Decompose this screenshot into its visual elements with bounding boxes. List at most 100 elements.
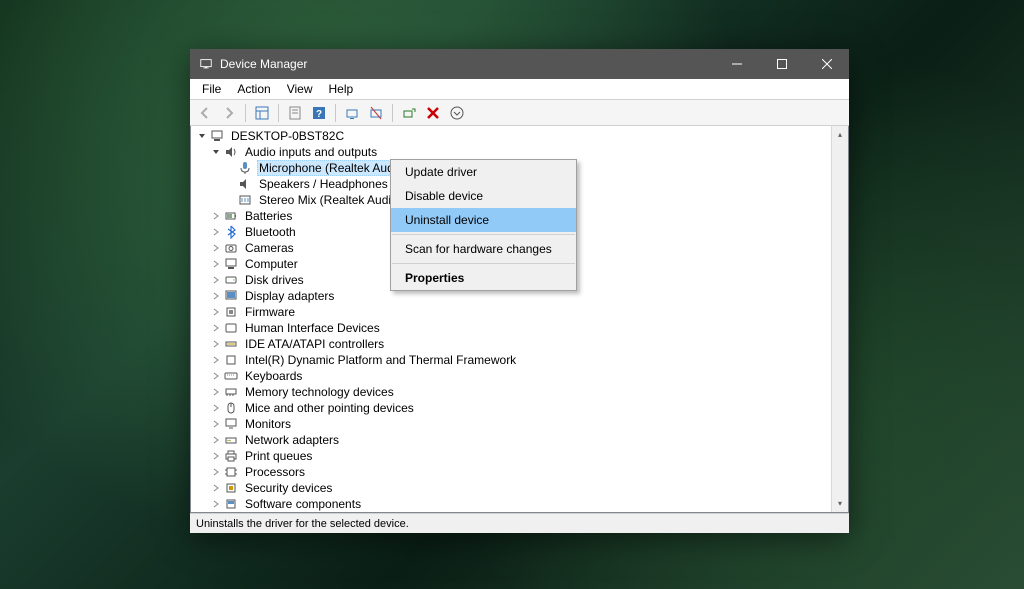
tree-item-security[interactable]: Security devices (191, 480, 831, 496)
chevron-right-icon[interactable] (209, 273, 223, 287)
minimize-button[interactable] (714, 49, 759, 79)
status-text: Uninstalls the driver for the selected d… (196, 518, 409, 530)
context-menu-uninstall-device[interactable]: Uninstall device (391, 208, 576, 232)
scroll-up-button[interactable]: ▴ (832, 126, 848, 143)
toolbar-separator (245, 104, 246, 122)
context-menu-scan-hardware[interactable]: Scan for hardware changes (391, 237, 576, 261)
disable-device-button[interactable] (365, 102, 387, 124)
titlebar[interactable]: Device Manager (190, 49, 849, 79)
back-button[interactable] (194, 102, 216, 124)
tree-label: Firmware (243, 305, 297, 319)
chip-icon (223, 304, 239, 320)
expander-empty (223, 193, 237, 207)
tree-label: Batteries (243, 209, 294, 223)
chevron-right-icon[interactable] (209, 465, 223, 479)
forward-button[interactable] (218, 102, 240, 124)
tree-item-mice[interactable]: Mice and other pointing devices (191, 400, 831, 416)
tree-label: Monitors (243, 417, 293, 431)
chevron-right-icon[interactable] (209, 417, 223, 431)
chevron-right-icon[interactable] (209, 369, 223, 383)
chevron-right-icon[interactable] (209, 289, 223, 303)
battery-icon (223, 208, 239, 224)
tree-label: Print queues (243, 449, 314, 463)
chevron-right-icon[interactable] (209, 305, 223, 319)
chevron-right-icon[interactable] (209, 433, 223, 447)
mouse-icon (223, 400, 239, 416)
tree-item-network[interactable]: Network adapters (191, 432, 831, 448)
memory-icon (223, 384, 239, 400)
tree-label: Speakers / Headphones (R (257, 177, 406, 191)
close-button[interactable] (804, 49, 849, 79)
chevron-right-icon[interactable] (209, 321, 223, 335)
tree-item-firmware[interactable]: Firmware (191, 304, 831, 320)
toolbar-separator (278, 104, 279, 122)
tree-item-hid[interactable]: Human Interface Devices (191, 320, 831, 336)
chevron-right-icon[interactable] (209, 225, 223, 239)
keyboard-icon (223, 368, 239, 384)
tree-label: Intel(R) Dynamic Platform and Thermal Fr… (243, 353, 518, 367)
chevron-right-icon[interactable] (209, 401, 223, 415)
tree-item-ide[interactable]: IDE ATA/ATAPI controllers (191, 336, 831, 352)
chevron-down-icon[interactable] (195, 129, 209, 143)
printer-icon (223, 448, 239, 464)
device-manager-window: Device Manager File Action View Help ? (190, 49, 849, 533)
context-menu-properties[interactable]: Properties (391, 266, 576, 290)
update-driver-button[interactable] (341, 102, 363, 124)
context-menu: Update driver Disable device Uninstall d… (390, 159, 577, 291)
vertical-scrollbar[interactable]: ▴ ▾ (831, 126, 848, 512)
menu-action[interactable]: Action (229, 80, 278, 98)
tree-label: Network adapters (243, 433, 341, 447)
scan-hardware-button[interactable] (398, 102, 420, 124)
tree-label: Audio inputs and outputs (243, 145, 379, 159)
tree-label: Memory technology devices (243, 385, 396, 399)
show-hide-button[interactable] (251, 102, 273, 124)
microphone-icon (237, 160, 253, 176)
menu-file[interactable]: File (194, 80, 229, 98)
context-menu-update-driver[interactable]: Update driver (391, 160, 576, 184)
tree-item-print[interactable]: Print queues (191, 448, 831, 464)
tree-item-keyboards[interactable]: Keyboards (191, 368, 831, 384)
context-menu-separator (392, 263, 575, 264)
tree-root[interactable]: DESKTOP-0BST82C (191, 128, 831, 144)
tree-item-memtech[interactable]: Memory technology devices (191, 384, 831, 400)
menubar: File Action View Help (190, 79, 849, 100)
tree-item-monitors[interactable]: Monitors (191, 416, 831, 432)
statusbar: Uninstalls the driver for the selected d… (190, 513, 849, 533)
chevron-right-icon[interactable] (209, 481, 223, 495)
svg-text:?: ? (316, 109, 322, 120)
tree-item-intel[interactable]: Intel(R) Dynamic Platform and Thermal Fr… (191, 352, 831, 368)
context-menu-disable-device[interactable]: Disable device (391, 184, 576, 208)
speaker-icon (223, 144, 239, 160)
maximize-button[interactable] (759, 49, 804, 79)
chevron-right-icon[interactable] (209, 449, 223, 463)
network-icon (223, 432, 239, 448)
uninstall-button[interactable] (422, 102, 444, 124)
expander-empty (223, 161, 237, 175)
tree-item-softcomp[interactable]: Software components (191, 496, 831, 512)
toolbar-separator (392, 104, 393, 122)
menu-help[interactable]: Help (321, 80, 362, 98)
tree-label: Cameras (243, 241, 296, 255)
tree-label: Keyboards (243, 369, 304, 383)
help-button[interactable]: ? (308, 102, 330, 124)
tree-label: Disk drives (243, 273, 306, 287)
tree-label: Microphone (Realtek Audio (257, 160, 405, 176)
chevron-right-icon[interactable] (209, 209, 223, 223)
chevron-down-icon[interactable] (209, 145, 223, 159)
chevron-right-icon[interactable] (209, 337, 223, 351)
down-arrow-button[interactable] (446, 102, 468, 124)
hid-icon (223, 320, 239, 336)
chevron-right-icon[interactable] (209, 497, 223, 511)
chevron-right-icon[interactable] (209, 241, 223, 255)
chevron-right-icon[interactable] (209, 385, 223, 399)
properties-button[interactable] (284, 102, 306, 124)
chip-icon (223, 352, 239, 368)
menu-view[interactable]: View (279, 80, 321, 98)
scroll-down-button[interactable]: ▾ (832, 495, 848, 512)
chevron-right-icon[interactable] (209, 257, 223, 271)
chevron-right-icon[interactable] (209, 353, 223, 367)
expander-empty (223, 177, 237, 191)
computer-icon (209, 128, 225, 144)
tree-item-processors[interactable]: Processors (191, 464, 831, 480)
tree-item-audio[interactable]: Audio inputs and outputs (191, 144, 831, 160)
